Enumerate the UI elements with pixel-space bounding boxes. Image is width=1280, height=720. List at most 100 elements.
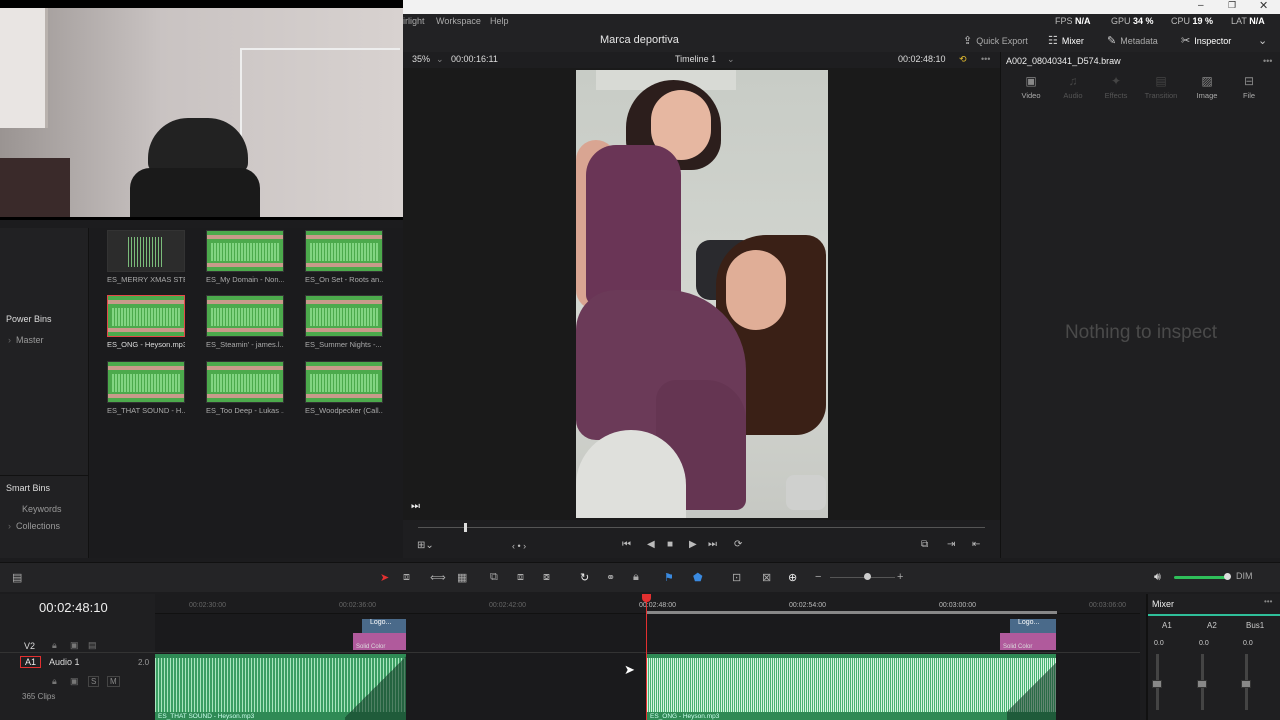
zoom-custom-icon[interactable]: ⊕ <box>788 571 797 584</box>
media-clip[interactable]: ES_Summer Nights -... <box>305 295 383 349</box>
mixer-button[interactable]: ☷ Mixer <box>1048 34 1084 47</box>
selection-tool-icon[interactable]: ➤ <box>380 571 389 584</box>
play-icon[interactable]: ▶ <box>689 539 697 550</box>
inspector-button[interactable]: ✂ Inspector <box>1181 34 1231 47</box>
timeline-select[interactable]: Timeline 1 <box>675 54 716 64</box>
skip-to-end-icon[interactable]: ⏭ <box>411 501 420 512</box>
dynamic-trim-icon[interactable]: ⟺ <box>430 571 446 584</box>
loop-icon[interactable]: ⟳ <box>734 539 742 550</box>
tab-effects[interactable]: ✦ Effects <box>1096 74 1136 100</box>
viewer-toolbar: 35% ⌄ 00:00:16:11 Timeline 1 ⌄ 00:02:48:… <box>403 52 1000 68</box>
timeline-view-options-icon[interactable]: ▤ <box>12 571 22 584</box>
overwrite-clip-icon[interactable]: ⧈ <box>517 571 524 584</box>
fade-out-handle[interactable] <box>1007 654 1056 720</box>
dim-icon[interactable]: DIM <box>1236 571 1253 581</box>
marker-icon[interactable]: ⬟ <box>693 571 703 584</box>
track-visibility-icon[interactable]: ▤ <box>88 640 97 651</box>
track-a1-label[interactable]: A1 <box>20 656 42 668</box>
media-clip[interactable]: ES_Too Deep - Lukas ... <box>206 361 284 415</box>
chevron-down-icon[interactable]: ⌄ <box>727 54 735 65</box>
media-clip[interactable]: ES_Steamin' - james.l... <box>206 295 284 349</box>
more-icon[interactable]: ••• <box>981 54 990 64</box>
bin-collections[interactable]: › Collections <box>8 521 60 531</box>
next-clip-icon[interactable]: ⇥ <box>947 539 955 550</box>
more-icon[interactable]: ••• <box>1264 597 1272 606</box>
replace-clip-icon[interactable]: ⧇ <box>543 571 550 584</box>
auto-track-icon[interactable]: ▣ <box>70 640 79 651</box>
chevron-down-icon[interactable]: ⌄ <box>436 54 444 65</box>
media-clip[interactable]: ES_MERRY XMAS STE... <box>107 230 185 284</box>
lock-icon[interactable]: 🔒︎ <box>633 571 639 584</box>
minimize-icon[interactable]: – <box>1198 0 1204 11</box>
go-to-end-icon[interactable]: ⏭ <box>708 539 717 550</box>
zoom-select[interactable]: 35% <box>412 54 430 64</box>
lock-icon[interactable]: 🔒︎ <box>52 640 57 651</box>
flag-icon[interactable]: ⚑ <box>664 571 674 584</box>
title-clip[interactable]: Logo... <box>1010 619 1056 633</box>
solid-color-clip[interactable]: Solid Color <box>353 633 406 650</box>
fader-handle-a1[interactable] <box>1152 680 1162 688</box>
zoom-slider[interactable] <box>830 577 895 578</box>
tab-video[interactable]: ▣ Video <box>1011 74 1051 100</box>
zoom-detail-icon[interactable]: ⊠ <box>762 571 771 584</box>
volume-slider[interactable] <box>1174 576 1228 579</box>
fader-handle-bus1[interactable] <box>1241 680 1251 688</box>
close-icon[interactable]: ✕ <box>1259 0 1268 12</box>
trim-tool-icon[interactable]: ⧈ <box>403 571 410 584</box>
menu-help[interactable]: Help <box>490 16 509 26</box>
restore-icon[interactable]: ❐ <box>1228 0 1236 11</box>
expand-icon[interactable]: ⌄ <box>1258 34 1267 47</box>
clip-name: ES_THAT SOUND - H... <box>107 406 185 415</box>
bin-master[interactable]: › Master <box>8 335 44 345</box>
title-clip[interactable]: Logo... <box>362 619 406 633</box>
quick-export-button[interactable]: ⇪ Quick Export <box>963 34 1028 47</box>
metadata-button[interactable]: ✎ Metadata <box>1107 34 1158 47</box>
match-frame-icon[interactable]: ⧉ <box>921 539 928 550</box>
playhead[interactable] <box>646 594 647 720</box>
menu-workspace[interactable]: Workspace <box>436 16 481 26</box>
media-clip[interactable]: ES_Woodpecker (Call... <box>305 361 383 415</box>
prev-clip-icon[interactable]: ⇤ <box>972 539 980 550</box>
media-clip[interactable]: ES_THAT SOUND - H... <box>107 361 185 415</box>
fade-out-handle[interactable] <box>345 654 406 720</box>
zoom-slider-handle[interactable] <box>864 573 871 580</box>
snapping-icon[interactable]: ↻ <box>580 571 589 584</box>
tab-file[interactable]: ⊟ File <box>1229 74 1269 100</box>
bin-keywords[interactable]: Keywords <box>22 504 62 514</box>
audio-clip-selected[interactable]: ES_ONG - Heyson.mp3 <box>647 654 1056 720</box>
tab-image[interactable]: ▨ Image <box>1187 74 1227 100</box>
sync-icon[interactable]: ⟲ <box>959 54 967 65</box>
media-clip-selected[interactable]: ES_ONG - Heyson.mp3 <box>107 295 185 349</box>
mute-button[interactable]: M <box>107 676 120 687</box>
view-options-icon[interactable]: ⊞⌄ <box>417 540 434 551</box>
fader-handle-a2[interactable] <box>1197 680 1207 688</box>
auto-track-icon[interactable]: ▣ <box>70 676 79 687</box>
play-reverse-icon[interactable]: ◀ <box>647 539 655 550</box>
zoom-in-icon[interactable]: + <box>897 571 903 583</box>
zoom-full-icon[interactable]: ⊡ <box>732 571 741 584</box>
tab-transition[interactable]: ▤ Transition <box>1141 74 1181 100</box>
audio-clip[interactable]: ES_THAT SOUND - Heyson.mp3 <box>155 654 406 720</box>
solid-color-clip[interactable]: Solid Color <box>1000 633 1056 650</box>
video-viewer[interactable]: ⏭ <box>403 68 1000 520</box>
tab-audio[interactable]: ♫ Audio <box>1053 74 1093 100</box>
more-icon[interactable]: ••• <box>1263 56 1272 66</box>
blade-tool-icon[interactable]: ▦ <box>457 571 467 584</box>
lock-icon[interactable]: 🔒︎ <box>52 676 57 687</box>
media-clip[interactable]: ES_On Set - Roots an... <box>305 230 383 284</box>
go-to-start-icon[interactable]: ⏮ <box>622 539 631 550</box>
volume-handle[interactable] <box>1224 573 1231 580</box>
speaker-icon[interactable]: 🔊︎ <box>1154 571 1161 584</box>
playhead-handle[interactable] <box>642 594 651 602</box>
zoom-out-icon[interactable]: − <box>815 571 821 583</box>
solo-button[interactable]: S <box>88 676 100 687</box>
media-clip[interactable]: ES_My Domain - Non... <box>206 230 284 284</box>
clip-name: ES_Summer Nights -... <box>305 340 382 349</box>
scrubber-handle[interactable] <box>464 523 467 532</box>
insert-clip-icon[interactable]: ⧉ <box>490 571 498 584</box>
scrubber-track[interactable] <box>418 527 985 528</box>
stop-icon[interactable]: ■ <box>667 539 673 550</box>
menu-fairlight[interactable]: irlight <box>403 16 425 26</box>
jog-icon[interactable]: ‹ • › <box>512 541 526 551</box>
link-icon[interactable]: ⚭ <box>606 571 615 584</box>
